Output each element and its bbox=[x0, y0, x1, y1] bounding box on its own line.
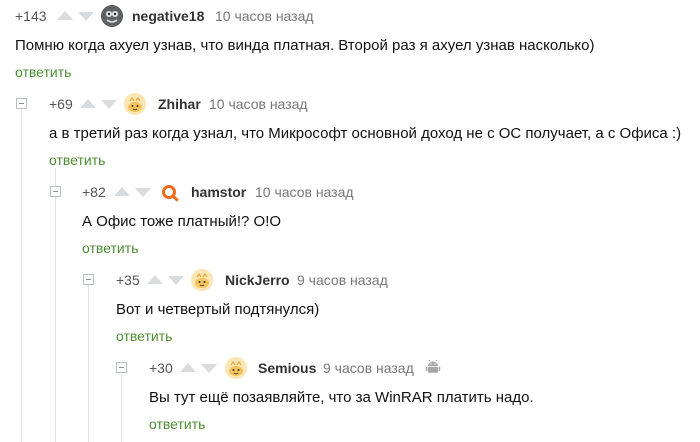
comment-rating: +82 bbox=[82, 184, 106, 200]
upvote-arrow-icon[interactable] bbox=[114, 187, 130, 196]
reply-link[interactable]: ответить bbox=[15, 64, 71, 80]
comment-text: Помню когда ахуел узнав, что винда платн… bbox=[15, 37, 595, 54]
android-icon bbox=[425, 359, 441, 380]
thread-line-4 bbox=[121, 372, 122, 442]
comment-text: а в третий раз когда узнал, что Микрософ… bbox=[49, 125, 682, 142]
default-avatar-icon[interactable] bbox=[225, 357, 247, 379]
reply-link[interactable]: ответить bbox=[82, 240, 138, 256]
upvote-arrow-icon[interactable] bbox=[80, 99, 96, 108]
comment-author[interactable]: Semious bbox=[258, 360, 316, 376]
downvote-arrow-icon[interactable] bbox=[168, 276, 184, 285]
collapse-toggle-nickjerro[interactable] bbox=[83, 274, 94, 285]
reply-link[interactable]: ответить bbox=[116, 328, 172, 344]
comment-author[interactable]: negative18 bbox=[132, 8, 204, 24]
default-avatar-icon[interactable] bbox=[124, 93, 146, 115]
comment-rating: +35 bbox=[116, 272, 140, 288]
upvote-arrow-icon[interactable] bbox=[180, 363, 196, 372]
comment-text: Вот и четвертый подтянулся) bbox=[116, 301, 320, 318]
comment-author[interactable]: hamstor bbox=[191, 184, 246, 200]
comment-rating: +69 bbox=[49, 96, 73, 112]
comment-time[interactable]: 10 часов назад bbox=[215, 8, 314, 24]
default-avatar-icon[interactable] bbox=[191, 269, 213, 291]
reply-link[interactable]: ответить bbox=[49, 152, 105, 168]
downvote-arrow-icon[interactable] bbox=[135, 188, 151, 197]
thread-line-3 bbox=[88, 284, 89, 442]
upvote-arrow-icon[interactable] bbox=[57, 11, 73, 20]
upvote-arrow-icon[interactable] bbox=[147, 275, 163, 284]
collapse-toggle-semious[interactable] bbox=[116, 362, 127, 373]
thread-line-2 bbox=[55, 168, 56, 442]
comment-time[interactable]: 10 часов назад bbox=[209, 96, 308, 112]
comment-text: А Офис тоже платный!? О!О bbox=[82, 213, 282, 230]
comment-author[interactable]: NickJerro bbox=[225, 272, 290, 288]
reply-link[interactable]: ответить bbox=[149, 416, 205, 432]
comment-time[interactable]: 10 часов назад bbox=[255, 184, 354, 200]
downvote-arrow-icon[interactable] bbox=[78, 12, 94, 21]
comment-text: Вы тут ещё позаявляйте, что за WinRAR пл… bbox=[149, 389, 534, 406]
collapse-toggle-zhihar[interactable] bbox=[16, 98, 27, 109]
downvote-arrow-icon[interactable] bbox=[101, 100, 117, 109]
comment-rating: +143 bbox=[15, 8, 47, 24]
comment-time[interactable]: 9 часов назад bbox=[297, 272, 388, 288]
downvote-arrow-icon[interactable] bbox=[201, 364, 217, 373]
comment-rating: +30 bbox=[149, 360, 173, 376]
comment-time[interactable]: 9 часов назад bbox=[323, 360, 414, 376]
orange-avatar-icon[interactable] bbox=[159, 182, 181, 204]
comment-author[interactable]: Zhihar bbox=[158, 96, 201, 112]
collapse-toggle-hamstor[interactable] bbox=[50, 186, 61, 197]
thread-line-1 bbox=[21, 108, 22, 442]
gray-avatar-icon[interactable] bbox=[101, 5, 123, 27]
